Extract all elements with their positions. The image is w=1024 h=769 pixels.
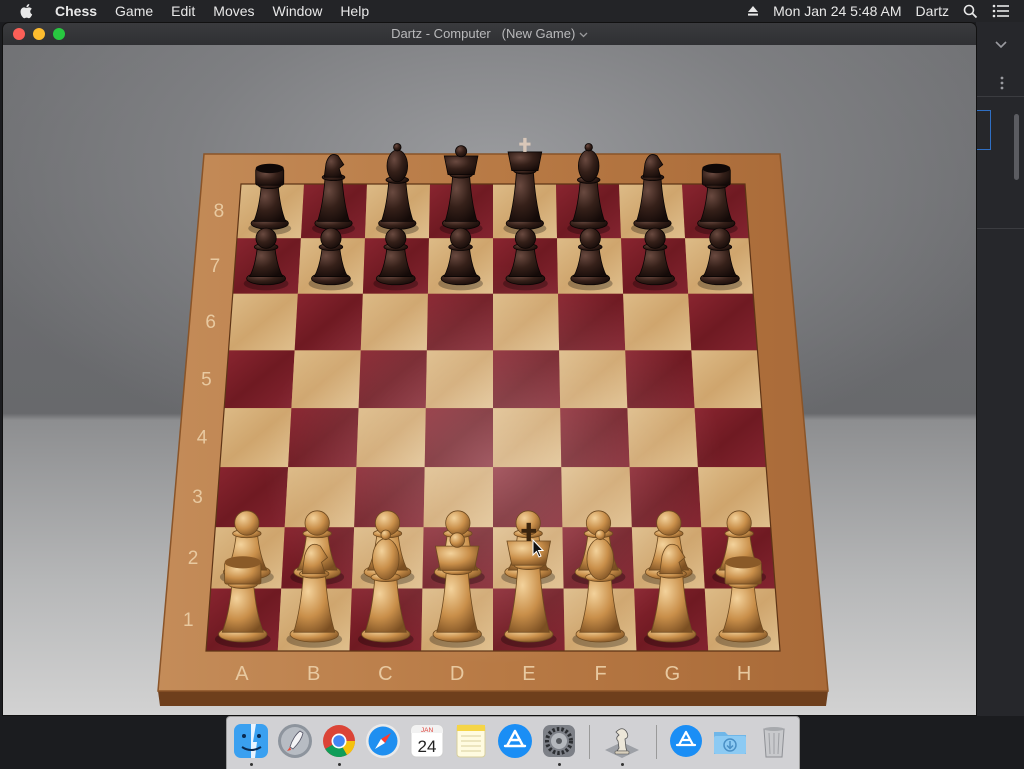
- launchpad-icon[interactable]: [276, 722, 314, 760]
- menu-bar: Chess Game Edit Moves Window Help Mon Ja…: [0, 0, 1024, 22]
- rank-label: 8: [214, 201, 225, 222]
- file-label: F: [595, 663, 607, 685]
- notes-icon[interactable]: [452, 722, 490, 760]
- app-store-downloads-icon[interactable]: [667, 722, 705, 760]
- file-label: G: [665, 663, 681, 685]
- minimize-window-button[interactable]: [33, 28, 45, 40]
- calendar-month: JAN: [421, 727, 434, 734]
- menu-clock[interactable]: Mon Jan 24 5:48 AM: [766, 0, 908, 22]
- trash-icon[interactable]: [755, 722, 793, 760]
- calendar-day: 24: [418, 737, 437, 756]
- calendar-icon[interactable]: JAN 24: [408, 722, 446, 760]
- background-scrollbar[interactable]: [1014, 114, 1019, 180]
- rank-label: 5: [201, 369, 212, 390]
- chess-board[interactable]: 8 7 6 5 4 3 2 1 A B C D E F G H: [3, 45, 976, 715]
- file-label: B: [307, 663, 320, 685]
- chess-app-icon[interactable]: [603, 722, 641, 760]
- menu-window[interactable]: Window: [264, 0, 332, 22]
- window-titlebar[interactable]: Dartz - Computer (New Game): [3, 23, 976, 45]
- rank-label: 1: [183, 610, 194, 631]
- file-label: D: [450, 663, 464, 685]
- system-preferences-icon[interactable]: [540, 722, 578, 760]
- board-square-a6[interactable]: [228, 293, 298, 351]
- rank-label: 6: [205, 312, 216, 333]
- rank-label: 3: [192, 487, 203, 508]
- menu-edit[interactable]: Edit: [162, 0, 204, 22]
- dock-running-indicator: [621, 763, 624, 766]
- dock-running-indicator: [250, 763, 253, 766]
- file-label: H: [737, 663, 751, 685]
- menu-app-chess[interactable]: Chess: [46, 0, 106, 22]
- chevron-down-icon[interactable]: [995, 41, 1007, 49]
- board-square-h6[interactable]: [688, 293, 758, 351]
- menu-help[interactable]: Help: [331, 0, 378, 22]
- rank-label: 2: [188, 548, 199, 569]
- chrome-icon[interactable]: [320, 722, 358, 760]
- background-button[interactable]: [976, 110, 991, 150]
- downloads-folder-icon[interactable]: [711, 722, 749, 760]
- dock-running-indicator: [338, 763, 341, 766]
- background-divider: [976, 228, 1024, 229]
- file-label: A: [235, 663, 249, 685]
- board-frame-edge: [158, 691, 828, 706]
- window-subtitle: (New Game): [501, 26, 576, 41]
- window-title: Dartz - Computer: [391, 26, 491, 41]
- background-window: [976, 22, 1024, 716]
- menu-game[interactable]: Game: [106, 0, 162, 22]
- close-window-button[interactable]: [13, 28, 25, 40]
- dock: JAN 24: [226, 716, 800, 769]
- rank-label: 7: [210, 256, 221, 277]
- finder-icon[interactable]: [232, 722, 270, 760]
- file-label: C: [378, 663, 392, 685]
- file-label: E: [522, 663, 535, 685]
- spotlight-search-icon[interactable]: [956, 4, 985, 19]
- menu-user[interactable]: Dartz: [909, 0, 956, 22]
- menu-moves[interactable]: Moves: [204, 0, 263, 22]
- safari-icon[interactable]: [364, 722, 402, 760]
- rank-label: 4: [197, 428, 208, 449]
- eject-icon[interactable]: [740, 5, 766, 17]
- more-options-icon[interactable]: [1000, 76, 1004, 90]
- board-light-glow: [263, 265, 723, 665]
- notification-center-icon[interactable]: [985, 4, 1024, 18]
- background-divider: [976, 96, 1024, 97]
- dock-separator: [589, 725, 590, 759]
- dock-running-indicator: [558, 763, 561, 766]
- apple-menu-icon[interactable]: [18, 2, 36, 20]
- zoom-window-button[interactable]: [53, 28, 65, 40]
- app-store-icon[interactable]: [496, 722, 534, 760]
- chevron-down-icon[interactable]: [579, 32, 588, 38]
- chess-scene: 8 7 6 5 4 3 2 1 A B C D E F G H: [3, 45, 976, 715]
- chess-window: Dartz - Computer (New Game) 8 7 6 5 4 3 …: [3, 23, 976, 715]
- dock-separator: [656, 725, 657, 759]
